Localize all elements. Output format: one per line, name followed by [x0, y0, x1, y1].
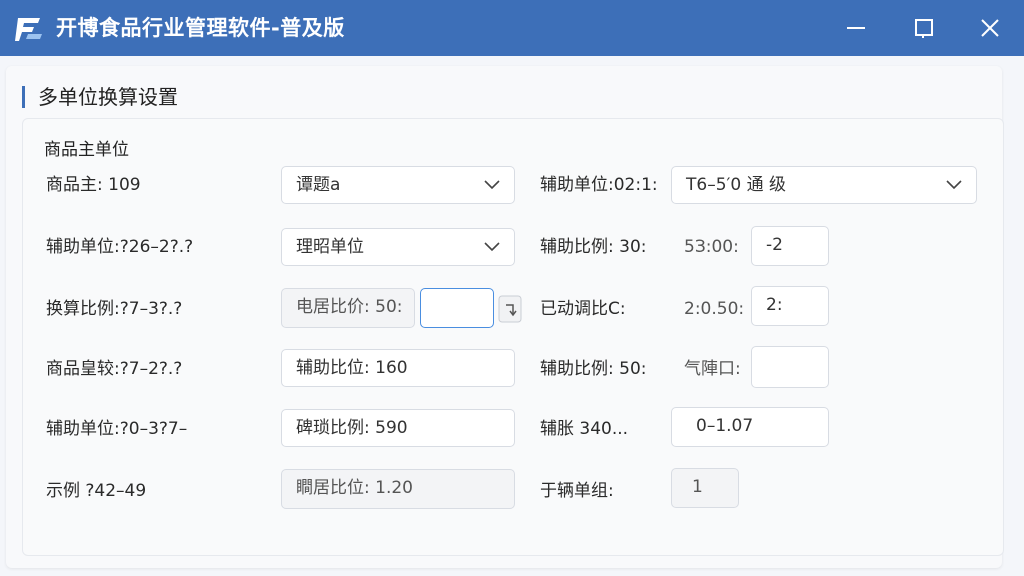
close-button[interactable] — [972, 12, 1008, 44]
row3-right-input[interactable]: 2: — [751, 286, 829, 326]
row1-left-select[interactable]: 谭题a — [281, 166, 515, 204]
row2-left-value: 理昭单位 — [296, 237, 364, 257]
row5-left-label: 辅助单位:?0–3?7– — [46, 419, 188, 439]
chevron-down-icon — [946, 180, 962, 190]
row3-left-label: 换算比例:?7–3?.? — [46, 299, 183, 319]
title-bar: 开博食品行业管理软件-普及版 — [0, 0, 1024, 56]
maximize-icon — [915, 19, 933, 38]
row6-left-label: 示例 ?42–49 — [46, 481, 147, 501]
row4-right-readout: 气陣口: — [684, 359, 741, 379]
row1-right-label: 辅助单位:02:1: — [540, 175, 658, 195]
maximize-button[interactable] — [906, 12, 942, 44]
row2-left-label: 辅助单位:?26–2?.? — [46, 237, 194, 257]
row3-right-readout: 2:0.50: — [684, 299, 744, 319]
chevron-down-icon — [484, 180, 500, 190]
row5-left-input[interactable]: 碑琐比例: 590 — [281, 409, 515, 447]
row4-right-label: 辅助比例: 50: — [540, 359, 647, 379]
row1-right-select[interactable]: T6–5′0 通 级 — [671, 166, 977, 204]
row6-right-label: 于辆单组: — [540, 481, 614, 501]
group-label: 商品主单位 — [44, 140, 129, 160]
row3-right-label: 已动调比C: — [540, 299, 626, 319]
chevron-down-icon — [484, 242, 500, 252]
app-logo-icon — [15, 18, 42, 41]
close-icon — [981, 19, 999, 37]
row2-right-input[interactable]: -2 — [751, 226, 829, 266]
row5-right-input[interactable]: 0–1.07 — [671, 407, 829, 447]
row4-right-input[interactable] — [751, 346, 829, 388]
row4-left-label: 商品皇较:?7–2?.? — [46, 359, 183, 379]
row2-right-label: 辅助比例: 30: — [540, 237, 647, 257]
row1-right-value: T6–5′0 通 级 — [686, 175, 786, 195]
row6-right-input[interactable]: 1 — [671, 468, 739, 508]
minimize-icon — [847, 27, 865, 29]
row3-active-input[interactable] — [420, 288, 494, 328]
app-title: 开博食品行业管理软件-普及版 — [56, 16, 345, 40]
row2-right-readout: 5З:00: — [684, 237, 739, 257]
row6-left-readonly: 瞷居比位: 1.20 — [281, 469, 515, 509]
row4-left-input[interactable]: 辅助比位: 160 — [281, 349, 515, 387]
row5-right-label: 辅胀 340... — [540, 419, 629, 439]
row2-left-select[interactable]: 理昭单位 — [281, 228, 515, 266]
row1-left-label: 商品主: 109 — [46, 175, 141, 195]
minimize-button[interactable] — [838, 12, 874, 44]
picker-icon[interactable] — [498, 294, 522, 324]
row3-left-readonly: 电居比价: 50: — [281, 288, 415, 328]
section-title: 多单位换算设置 — [38, 85, 178, 109]
row1-left-value: 谭题a — [296, 175, 341, 195]
section-accent-bar — [22, 86, 25, 108]
